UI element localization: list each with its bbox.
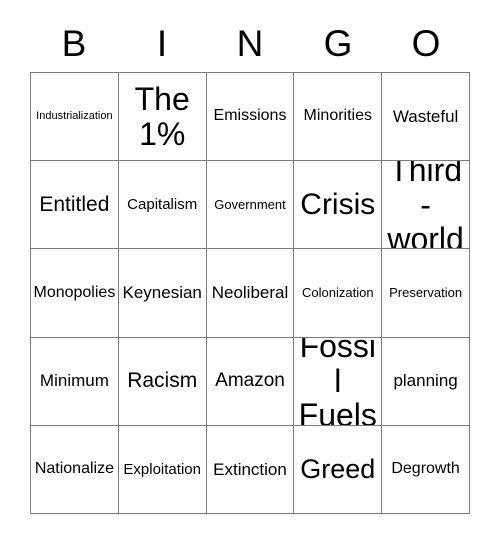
bingo-cell[interactable]: Third-world xyxy=(382,161,470,250)
bingo-cell-label: Wasteful xyxy=(392,106,459,126)
bingo-cell-label: Greed xyxy=(300,454,376,485)
bingo-cell-label: Crisis xyxy=(300,188,376,222)
bingo-cell[interactable]: Minorities xyxy=(294,73,383,162)
bingo-header-letter-n: N xyxy=(236,23,264,64)
bingo-cell-label: Preservation xyxy=(389,285,463,301)
bingo-cell[interactable]: Nationalize xyxy=(31,425,119,514)
bingo-cell-label: Government xyxy=(214,197,286,213)
bingo-cell-label: Industrialization xyxy=(36,109,113,122)
bingo-cell[interactable]: Crisis xyxy=(294,161,383,250)
bingo-cell[interactable]: Keynesian xyxy=(118,249,207,338)
bingo-cell-label: Emissions xyxy=(213,107,287,125)
bingo-cell[interactable]: Colonization xyxy=(294,249,383,338)
bingo-cell[interactable]: Degrowth xyxy=(382,425,470,514)
bingo-cell-label: Degrowth xyxy=(391,460,460,478)
bingo-cell-label: Exploitation xyxy=(123,460,201,478)
bingo-cell[interactable]: Greed xyxy=(294,425,383,514)
bingo-cell[interactable]: Emissions xyxy=(206,73,295,162)
bingo-cell[interactable]: Government xyxy=(206,161,295,250)
bingo-card: B I N G O Industrialization The 1% Emiss… xyxy=(0,0,500,544)
bingo-cell-label: Keynesian xyxy=(122,283,202,303)
bingo-cell-label: Third-world xyxy=(387,161,464,250)
bingo-cell-label: Colonization xyxy=(302,285,374,301)
bingo-cell[interactable]: Extinction xyxy=(206,425,295,514)
bingo-cell-label: Amazon xyxy=(215,370,285,392)
bingo-cell-label: Capitalism xyxy=(127,195,198,213)
bingo-cell-label: planning xyxy=(393,371,458,391)
bingo-grid: Industrialization The 1% Emissions Minor… xyxy=(30,72,470,514)
bingo-cell[interactable]: Monopolies xyxy=(31,249,119,338)
bingo-header-letter-g: G xyxy=(323,23,353,64)
bingo-cell[interactable]: Racism xyxy=(118,337,207,426)
bingo-cell-label: The 1% xyxy=(134,81,190,152)
bingo-cell-label: Entitled xyxy=(39,192,110,216)
bingo-cell-label: Minorities xyxy=(303,107,373,125)
bingo-header-letter-i: I xyxy=(156,23,168,64)
bingo-cell[interactable]: Capitalism xyxy=(118,161,207,250)
bingo-cell[interactable]: Exploitation xyxy=(118,425,207,514)
bingo-cell[interactable]: Preservation xyxy=(382,249,470,338)
bingo-cell[interactable]: Entitled xyxy=(31,161,119,250)
bingo-cell[interactable]: Neoliberal xyxy=(206,249,295,338)
bingo-cell-label: Minimum xyxy=(39,371,109,391)
bingo-cell-label: Extinction xyxy=(213,459,287,479)
bingo-cell-label: Neoliberal xyxy=(211,283,289,303)
bingo-cell-label: Monopolies xyxy=(33,283,116,301)
bingo-header-letter-o: O xyxy=(411,23,441,64)
bingo-header: B I N G O xyxy=(30,18,470,70)
bingo-cell-label: Fossil Fuels xyxy=(298,337,377,426)
bingo-cell[interactable]: Industrialization xyxy=(31,73,119,162)
bingo-cell-label: Racism xyxy=(127,369,198,393)
bingo-cell[interactable]: planning xyxy=(382,337,470,426)
bingo-cell-label: Nationalize xyxy=(34,460,114,478)
bingo-cell[interactable]: The 1% xyxy=(118,73,207,162)
bingo-cell[interactable]: Amazon xyxy=(206,337,295,426)
bingo-cell[interactable]: Wasteful xyxy=(382,73,470,162)
bingo-header-letter-b: B xyxy=(61,23,87,64)
bingo-cell[interactable]: Fossil Fuels xyxy=(294,337,383,426)
bingo-cell[interactable]: Minimum xyxy=(31,337,119,426)
